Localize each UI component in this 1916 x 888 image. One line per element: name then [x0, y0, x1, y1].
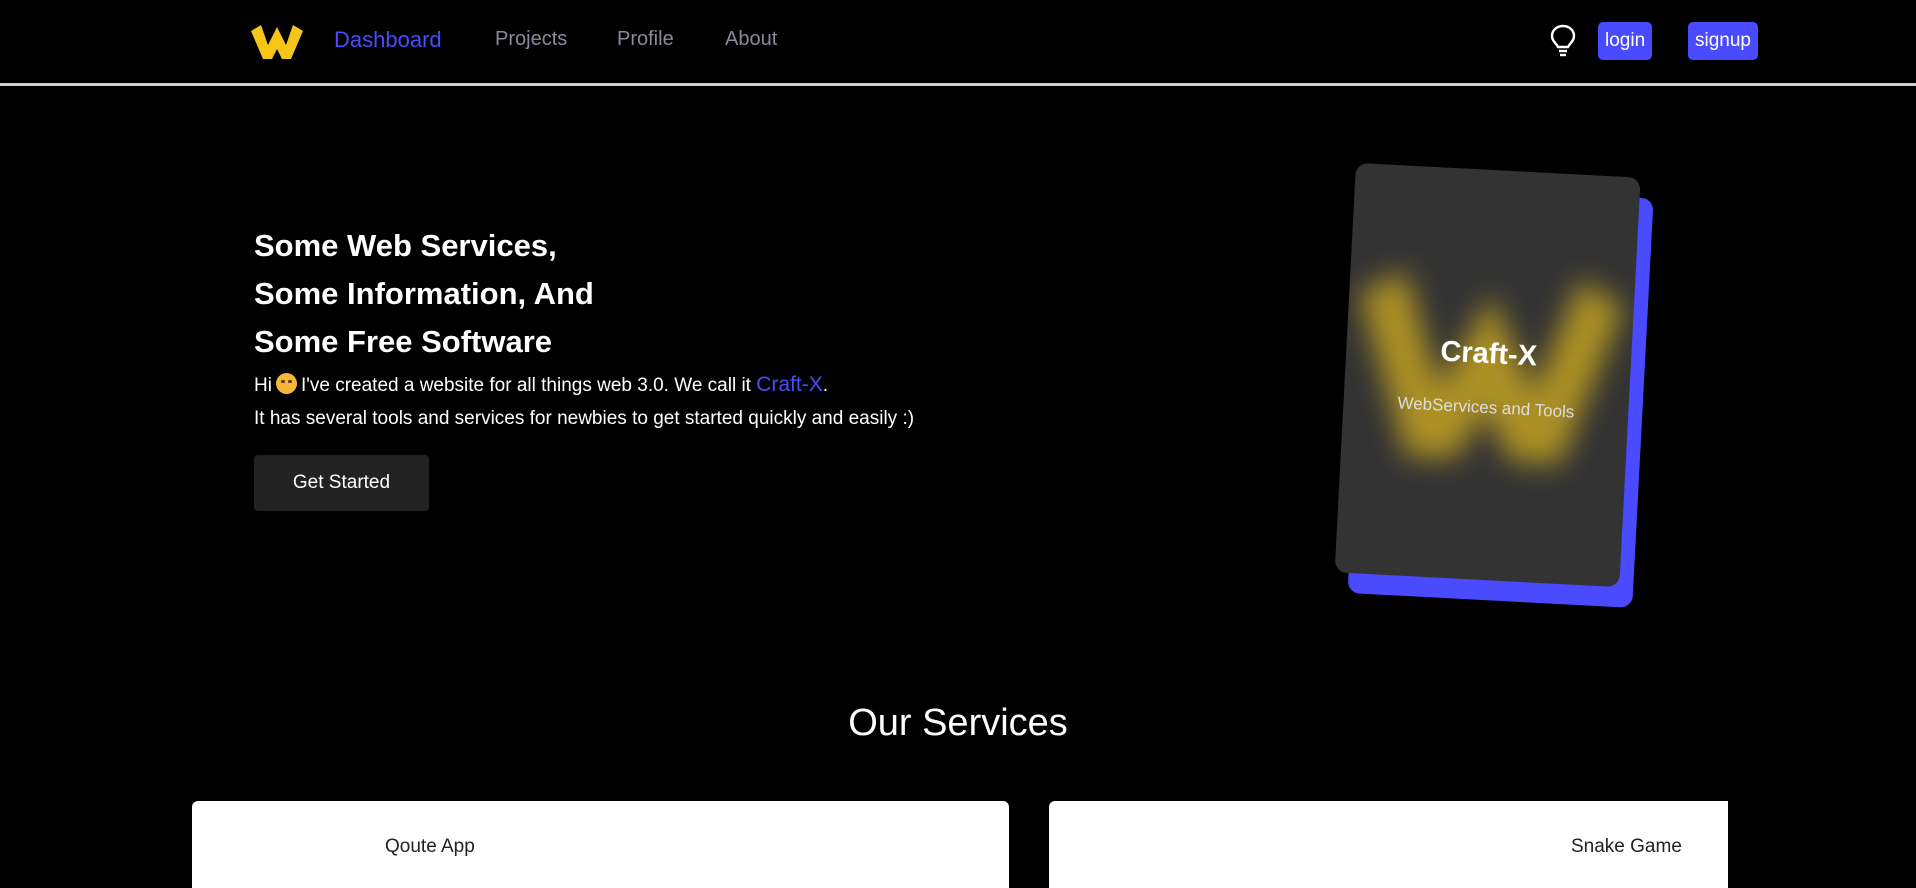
- intro-suffix: .: [822, 375, 829, 396]
- nav-link-about[interactable]: About: [725, 28, 777, 51]
- nav-link-projects[interactable]: Projects: [495, 28, 567, 51]
- nav-link-dashboard[interactable]: Dashboard: [334, 27, 442, 53]
- hero-title-line-3: Some Free Software: [254, 324, 553, 359]
- brand-link[interactable]: Craft-X: [756, 373, 823, 396]
- intro-prefix: Hi: [254, 375, 272, 396]
- smiling-face-emoji-icon: [275, 373, 297, 394]
- hero-intro-line-2: It has several tools and services for ne…: [254, 408, 915, 429]
- service-card-label: Snake Game: [1571, 836, 1682, 857]
- service-card-quote-app[interactable]: Qoute App: [192, 801, 1009, 888]
- signup-button[interactable]: signup: [1688, 22, 1758, 60]
- services-heading: Our Services: [848, 702, 1068, 744]
- nav-link-profile[interactable]: Profile: [617, 28, 674, 51]
- get-started-button[interactable]: Get Started: [254, 455, 429, 511]
- hero-title: Some Web Services, Some Information, And…: [254, 222, 594, 366]
- lightbulb-icon[interactable]: [1550, 24, 1576, 58]
- service-card-snake-game[interactable]: Snake Game: [1049, 801, 1728, 888]
- intro-middle: I've created a website for all things we…: [300, 375, 751, 396]
- page: Dashboard Projects Profile About login s…: [0, 0, 1916, 888]
- card-front: Craft-X WebServices and Tools: [1334, 162, 1641, 588]
- hero-intro: Hi I've created a website for all things …: [254, 368, 914, 435]
- hero-title-line-2: Some Information, And: [254, 276, 594, 311]
- w-logo-icon[interactable]: [251, 23, 303, 61]
- hero-title-line-1: Some Web Services,: [254, 228, 557, 263]
- service-card-label: Qoute App: [385, 836, 475, 857]
- brand-card: Craft-X WebServices and Tools: [1334, 162, 1654, 608]
- hero-intro-line-1: Hi I've created a website for all things …: [254, 368, 914, 402]
- login-button[interactable]: login: [1598, 22, 1653, 60]
- top-navbar: Dashboard Projects Profile About login s…: [0, 0, 1916, 86]
